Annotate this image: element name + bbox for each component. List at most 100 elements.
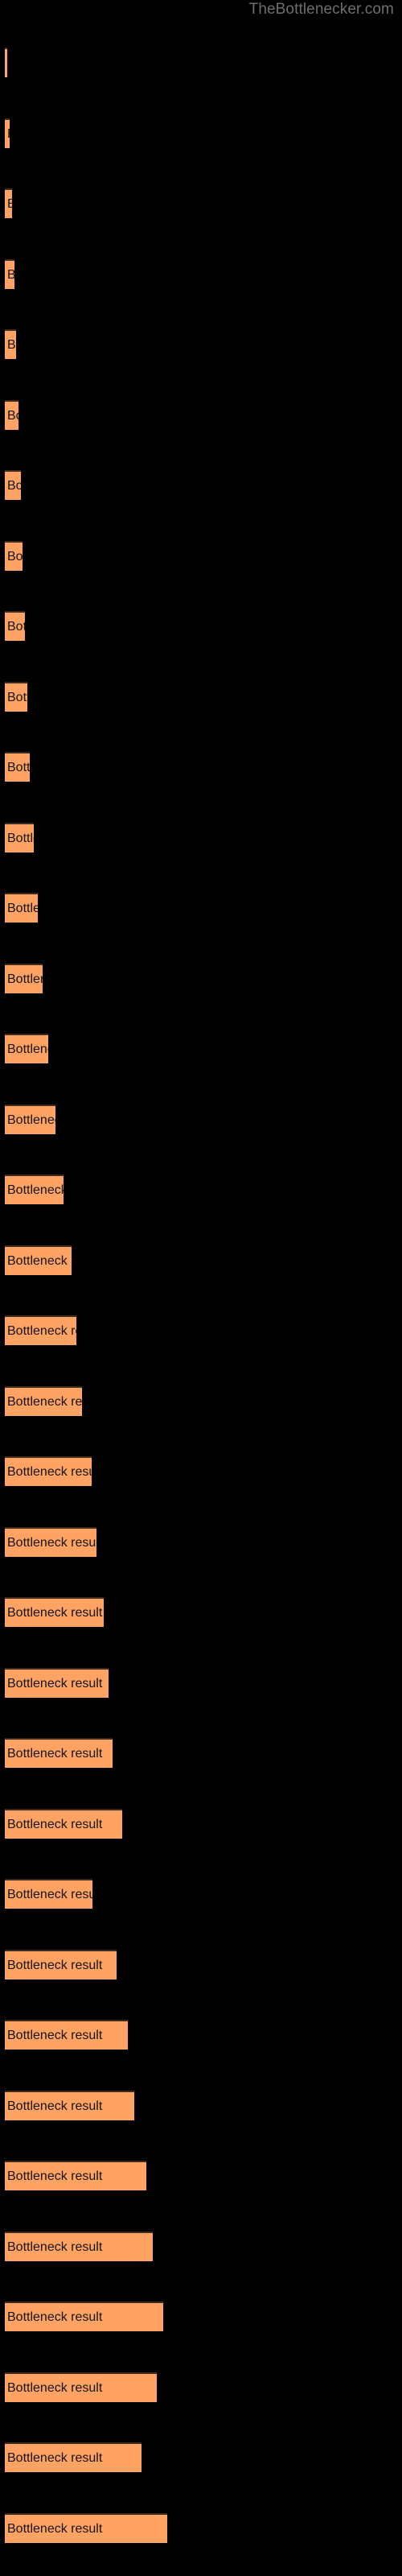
bar[interactable]: Bottleneck result xyxy=(5,1104,55,1134)
bar-row: Bottleneck result xyxy=(0,2513,402,2543)
bar[interactable]: Bottleneck result xyxy=(5,2231,153,2261)
bar-label: Bottleneck result xyxy=(7,2381,103,2395)
bar[interactable]: Bottleneck result xyxy=(5,2513,167,2543)
bar-row: Bottleneck result xyxy=(0,118,402,148)
bar[interactable]: Bottleneck result xyxy=(5,752,30,782)
bar[interactable]: Bottleneck result xyxy=(5,47,7,77)
bar[interactable]: Bottleneck result xyxy=(5,611,25,641)
bar[interactable]: Bottleneck result xyxy=(5,1597,104,1627)
bar[interactable]: Bottleneck result xyxy=(5,1738,113,1768)
bar-row: Bottleneck result xyxy=(0,1879,402,1909)
bar-label: Bottleneck result xyxy=(7,1324,76,1338)
bar-row: Bottleneck result xyxy=(0,1809,402,1839)
bar-row: Bottleneck result xyxy=(0,611,402,641)
bar-row: Bottleneck result xyxy=(0,541,402,571)
bar-label: Bottleneck result xyxy=(7,1183,64,1197)
bar-row: Bottleneck result xyxy=(0,2301,402,2331)
bar-label: Bottleneck result xyxy=(7,972,43,986)
bar[interactable]: Bottleneck result xyxy=(5,1315,76,1345)
bar-row: Bottleneck result xyxy=(0,752,402,782)
bar[interactable]: Bottleneck result xyxy=(5,1809,122,1839)
bar-row: Bottleneck result xyxy=(0,2161,402,2190)
bar[interactable]: Bottleneck result xyxy=(5,2442,142,2472)
bar-row: Bottleneck result xyxy=(0,1034,402,1063)
bar[interactable]: Bottleneck result xyxy=(5,1879,92,1909)
bar[interactable]: Bottleneck result xyxy=(5,2161,146,2190)
bar-row: Bottleneck result xyxy=(0,1597,402,1627)
bar-row: Bottleneck result xyxy=(0,1104,402,1134)
bar-label: Bottleneck result xyxy=(7,190,12,218)
bar-label: Bottleneck result xyxy=(7,761,30,774)
bar-label: Bottleneck result xyxy=(7,550,23,564)
bar[interactable]: Bottleneck result xyxy=(5,1527,96,1557)
bar-chart-plot-area: Bottleneck result Bottleneck result Bottle… xyxy=(0,0,402,2576)
bar-label: Bottleneck result xyxy=(7,2240,103,2254)
bar-row: Bottleneck result xyxy=(0,2372,402,2402)
bar-label: Bottleneck result xyxy=(7,2310,103,2324)
bar[interactable]: Bottleneck result xyxy=(5,2372,157,2402)
bar[interactable]: Bottleneck result xyxy=(5,259,14,289)
bar-row: Bottleneck result xyxy=(0,2091,402,2120)
bar-label: Bottleneck result xyxy=(7,409,18,423)
bar-row: Bottleneck result xyxy=(0,47,402,77)
bar-label: Bottleneck result xyxy=(7,1747,103,1761)
bar-label: Bottleneck result xyxy=(7,1959,103,1972)
bar-label: Bottleneck result xyxy=(7,2169,103,2183)
bar[interactable]: Bottleneck result xyxy=(5,964,43,993)
bar[interactable]: Bottleneck result xyxy=(5,1386,82,1416)
bar-row: Bottleneck result xyxy=(0,188,402,218)
bar-row: Bottleneck result xyxy=(0,1527,402,1557)
bar-label: Bottleneck result xyxy=(7,479,21,493)
bar-row: Bottleneck result xyxy=(0,1386,402,1416)
bar[interactable]: Bottleneck result xyxy=(5,541,23,571)
bar-row: Bottleneck result xyxy=(0,470,402,500)
bar[interactable]: Bottleneck result xyxy=(5,1668,109,1698)
bar[interactable]: Bottleneck result xyxy=(5,470,21,500)
bar-label: Bottleneck result xyxy=(7,1465,92,1479)
bar-label: Bottleneck result xyxy=(7,2029,103,2042)
bar-label: Bottleneck result xyxy=(7,1042,48,1056)
bar[interactable]: Bottleneck result xyxy=(5,1456,92,1486)
bar-label: Bottleneck result xyxy=(7,2451,103,2465)
bar-label: Bottleneck result xyxy=(7,1254,72,1268)
bar-row: Bottleneck result xyxy=(0,2020,402,2050)
bar-row: Bottleneck result xyxy=(0,682,402,712)
bar-label: Bottleneck result xyxy=(7,1606,103,1620)
bar-row: Bottleneck result xyxy=(0,400,402,430)
bar-row: Bottleneck result xyxy=(0,2231,402,2261)
bar[interactable]: Bottleneck result xyxy=(5,823,34,852)
bar[interactable]: Bottleneck result xyxy=(5,2091,134,2120)
bar-label: Bottleneck result xyxy=(7,1888,92,1901)
bar-row: Bottleneck result xyxy=(0,2442,402,2472)
bar-label: Bottleneck result xyxy=(7,2099,103,2113)
bar-label: Bottleneck result xyxy=(7,832,34,845)
chart-page: TheBottlenecker.com Bottleneck resultBot… xyxy=(0,0,402,2576)
bar-row: Bottleneck result xyxy=(0,1738,402,1768)
bar[interactable]: Bottleneck result xyxy=(5,2020,128,2050)
bar-label: Bottleneck result xyxy=(7,620,25,634)
bar[interactable]: Bottleneck result xyxy=(5,400,18,430)
bar[interactable]: Bottleneck result xyxy=(5,682,27,712)
bar-label: Bottleneck result xyxy=(7,2522,103,2536)
bar[interactable]: Bottleneck result xyxy=(5,1034,48,1063)
bar[interactable]: Bottleneck result xyxy=(5,188,12,218)
bar[interactable]: Bottleneck result xyxy=(5,1245,72,1275)
bar[interactable]: Bottleneck result xyxy=(5,329,16,359)
bar-row: Bottleneck result xyxy=(0,1456,402,1486)
bar-label: Bottleneck result xyxy=(7,261,14,289)
bar-label: Bottleneck result xyxy=(7,691,27,704)
bar[interactable]: Bottleneck result xyxy=(5,1950,117,1979)
bar-label: Bottleneck result xyxy=(7,1677,103,1690)
bar-row: Bottleneck result xyxy=(0,964,402,993)
bar-row: Bottleneck result xyxy=(0,893,402,923)
bar-label: Bottleneck result xyxy=(7,1536,96,1550)
bar-row: Bottleneck result xyxy=(0,1668,402,1698)
bar[interactable]: Bottleneck result xyxy=(5,2301,163,2331)
bar[interactable]: Bottleneck result xyxy=(5,893,38,923)
bar-label: Bottleneck result xyxy=(7,338,16,352)
bar-row: Bottleneck result xyxy=(0,329,402,359)
bar-label: Bottleneck result xyxy=(7,120,10,148)
bar-row: Bottleneck result xyxy=(0,1245,402,1275)
bar[interactable]: Bottleneck result xyxy=(5,1174,64,1204)
bar[interactable]: Bottleneck result xyxy=(5,118,10,148)
